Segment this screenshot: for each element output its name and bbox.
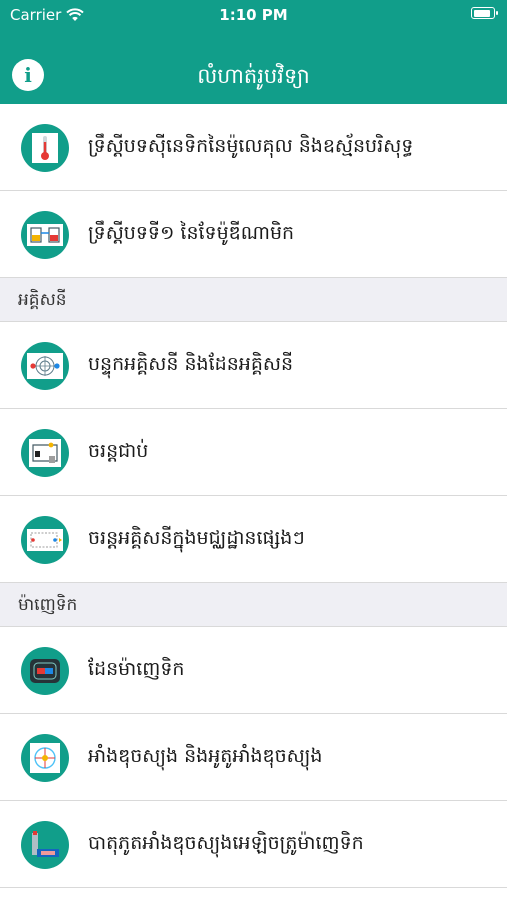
list-item[interactable]: បាតុភូតអាំងឌុចស្យុងអេឡិចត្រូម៉ាញេទិក [0,801,507,888]
list-item[interactable]: ដែនម៉ាញេទិក [0,627,507,714]
list-item-label: អាំងឌុចស្យុង និងអូតូអាំងឌុចស្យុង [88,745,323,767]
circuit-icon [21,429,69,477]
list-item-label: ចរន្តអគ្គិសនីក្នុងមជ្ឈដ្ឋានផ្សេងៗ [88,527,305,549]
thermometer-icon [21,124,69,172]
battery-icon [471,7,498,19]
list-item[interactable]: ចរន្តជាប់ [0,409,507,496]
list-item[interactable]: ទ្រឹស្តីបទស៊ីនេទិកនៃម៉ូលេគុល និងឧស្ម័នបរ… [0,104,507,191]
list-item-label: បាតុភូតអាំងឌុចស្យុងអេឡិចត្រូម៉ាញេទិក [88,832,364,854]
topic-list: ទ្រឹស្តីបទស៊ីនេទិកនៃម៉ូលេគុល និងឧស្ម័នបរ… [0,104,507,888]
page-title: លំហាត់រូបវិទ្យា [197,64,310,88]
list-item-label: ដែនម៉ាញេទិក [88,658,185,680]
list-item-label: បន្ទុកអគ្គិសនី និងដែនអគ្គិសនី [88,353,294,375]
section-header-electricity: អគ្គិសនី [0,278,507,322]
status-time: 1:10 PM [219,6,288,24]
current-medium-icon [21,516,69,564]
electromagnetic-icon [21,821,69,869]
list-item[interactable]: អាំងឌុចស្យុង និងអូតូអាំងឌុចស្យុង [0,714,507,801]
list-item[interactable]: ចរន្តអគ្គិសនីក្នុងមជ្ឈដ្ឋានផ្សេងៗ [0,496,507,583]
list-item-label: ចរន្តជាប់ [88,440,149,462]
list-item-label: ទ្រឹស្តីបទទី១ នៃទែម៉ូឌីណាមិក [88,222,295,244]
status-bar: Carrier 1:10 PM [0,0,507,30]
list-item[interactable]: ទ្រឹស្តីបទទី១ នៃទែម៉ូឌីណាមិក [0,191,507,278]
app-header: Carrier 1:10 PM i លំហាត់រូបវិទ្យា [0,0,507,104]
list-item[interactable]: បន្ទុកអគ្គិសនី និងដែនអគ្គិសនី [0,322,507,409]
engine-diagram-icon [21,211,69,259]
list-item-label: ទ្រឹស្តីបទស៊ីនេទិកនៃម៉ូលេគុល និងឧស្ម័នបរ… [88,135,414,157]
electric-field-icon [21,342,69,390]
navigation-bar: i លំហាត់រូបវិទ្យា [0,50,507,104]
section-header-magnetism: ម៉ាញេទិក [0,583,507,627]
induction-coil-icon [21,734,69,782]
magnet-field-icon [21,647,69,695]
